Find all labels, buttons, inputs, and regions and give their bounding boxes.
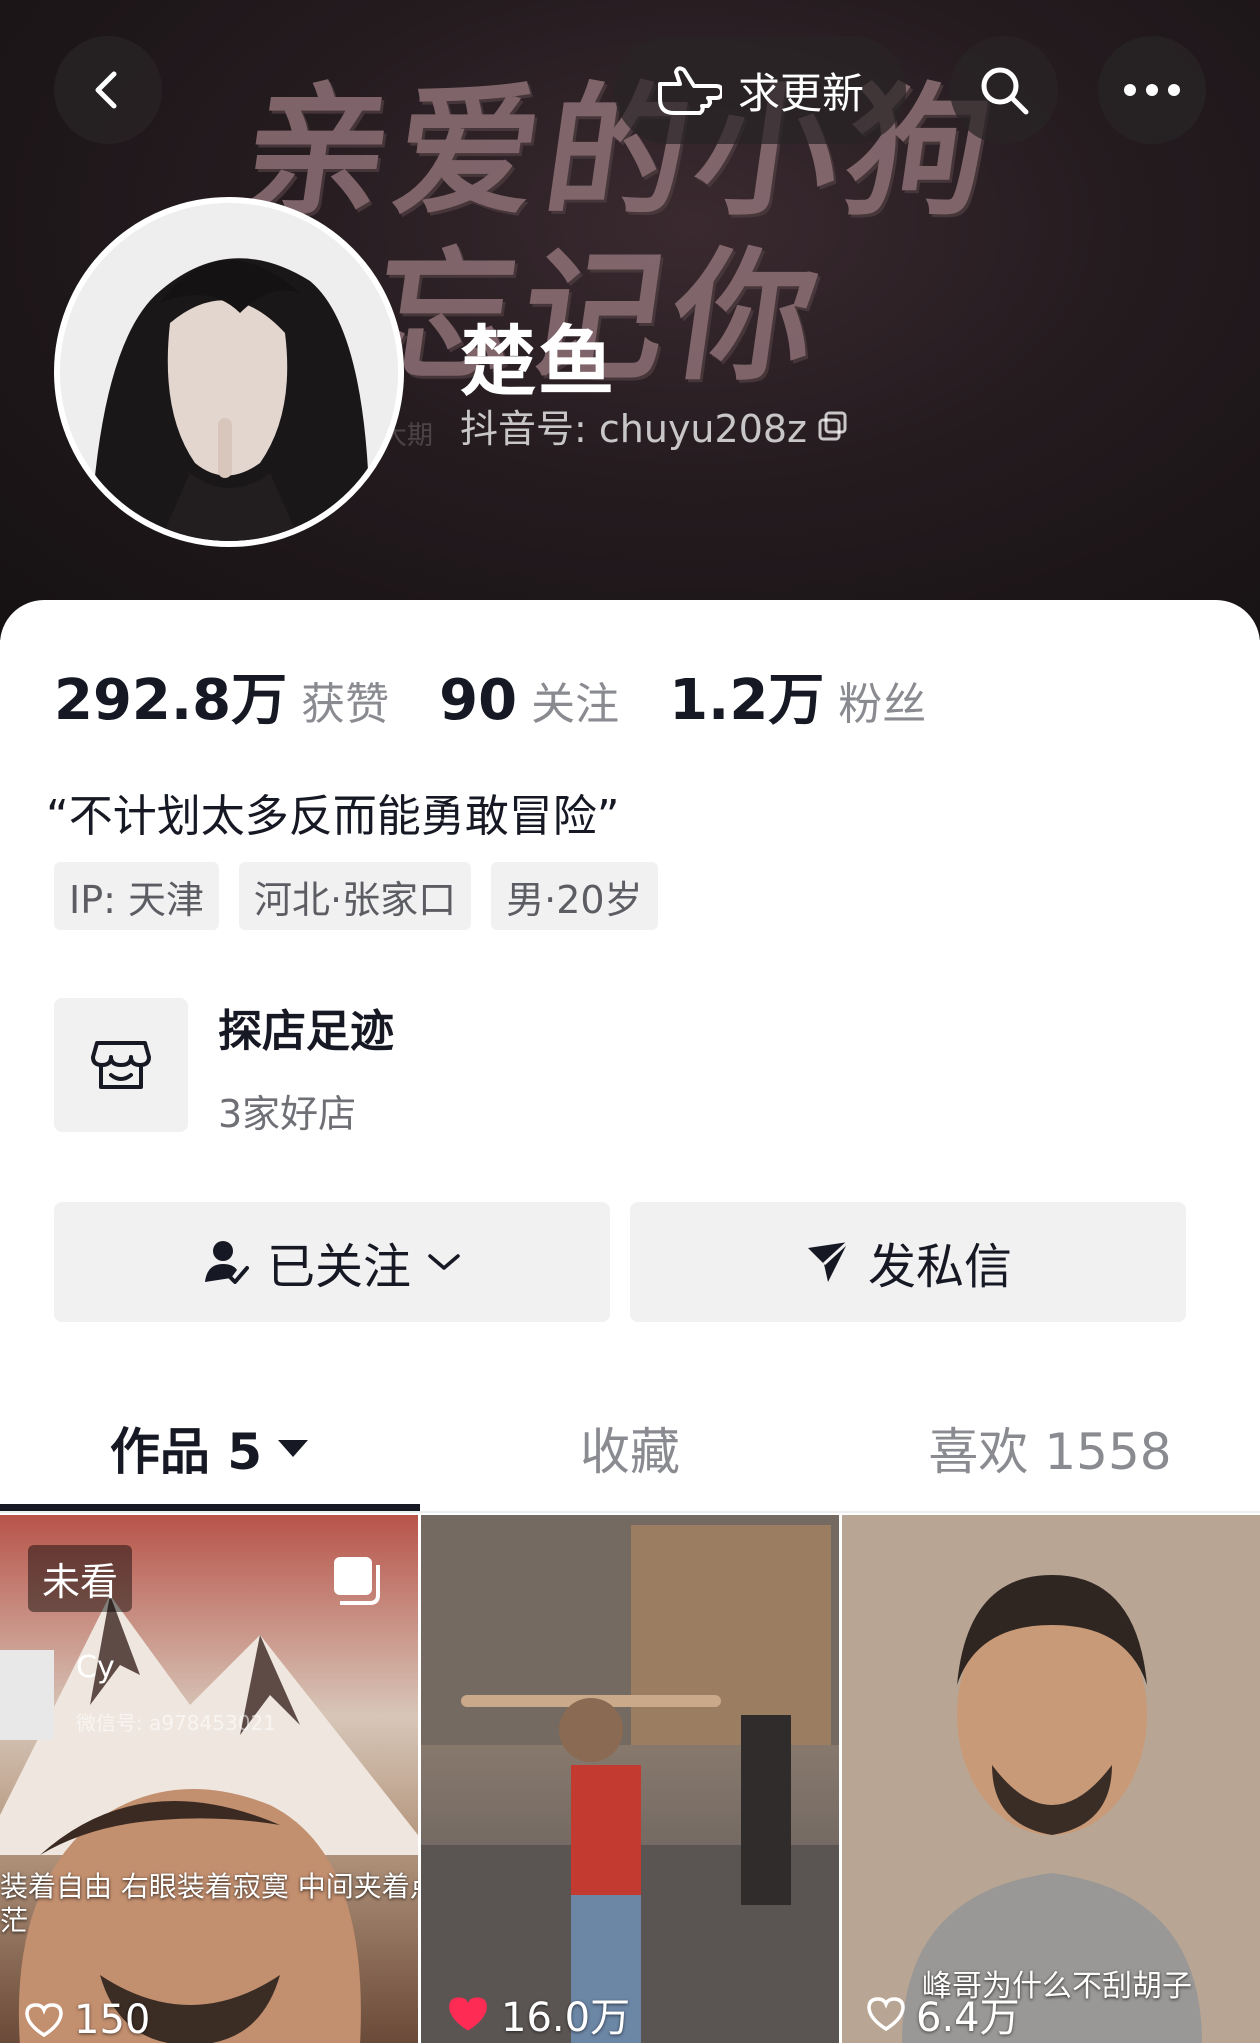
video-tile[interactable]: 峰哥为什么不刮胡子 6.4万 xyxy=(842,1515,1260,2043)
tab-likes[interactable]: 喜欢 1558 xyxy=(840,1408,1260,1488)
stat-likes[interactable]: 292.8万 获赞 xyxy=(54,655,389,736)
tab-works[interactable]: 作品 5 xyxy=(0,1408,420,1488)
back-button[interactable] xyxy=(54,36,162,144)
stat-value: 90 xyxy=(439,668,518,733)
tab-favorites-label: 收藏 xyxy=(580,1423,680,1481)
douyin-id-text: 抖音号: chuyu208z xyxy=(460,407,807,451)
watermark-id: 微信号: a978453021 xyxy=(76,1711,276,1735)
tab-favorites[interactable]: 收藏 xyxy=(420,1408,840,1488)
heart-outline-icon xyxy=(25,2003,63,2038)
unwatched-badge: 未看 xyxy=(28,1545,133,1612)
stat-label: 粉丝 xyxy=(838,679,927,730)
stat-label: 获赞 xyxy=(301,679,390,730)
profile-tags: IP: 天津 河北·张家口 男·20岁 xyxy=(54,862,658,930)
watermark-name: Cy xyxy=(76,1650,115,1685)
tag-location[interactable]: 河北·张家口 xyxy=(239,862,472,930)
avatar-illustration xyxy=(60,203,398,541)
heart-filled-icon xyxy=(449,1997,487,2031)
multi-image-icon xyxy=(334,1557,380,1605)
caret-down-icon xyxy=(278,1440,309,1457)
store-icon xyxy=(91,1041,151,1089)
copy-icon[interactable] xyxy=(817,410,849,442)
user-check-icon xyxy=(204,1241,249,1284)
portrait-illustration xyxy=(842,1515,1260,2043)
shop-visits-subtitle: 3家好店 xyxy=(218,1092,357,1136)
tab-likes-label: 喜欢 1558 xyxy=(928,1423,1172,1481)
profile-bio: “不计划太多反而能勇敢冒险” xyxy=(46,791,620,842)
pointing-hand-icon xyxy=(657,66,722,115)
stat-value: 292.8万 xyxy=(54,668,288,733)
search-icon xyxy=(981,67,1029,115)
stat-followers[interactable]: 1.2万 粉丝 xyxy=(669,655,926,736)
profile-stats: 292.8万 获赞 90 关注 1.2万 粉丝 xyxy=(54,655,976,736)
more-dots-icon xyxy=(1124,84,1180,96)
active-tab-indicator xyxy=(0,1504,420,1511)
video-caption: 装着自由 右眼装着寂寞 中间夹着点对真 茫 xyxy=(0,1870,418,1938)
caption-line: 茫 xyxy=(0,1904,29,1937)
more-button[interactable] xyxy=(1098,36,1206,144)
send-icon xyxy=(807,1240,849,1282)
like-count-value: 6.4万 xyxy=(916,1995,1020,2041)
request-update-button[interactable]: 求更新 xyxy=(614,36,906,144)
request-update-label: 求更新 xyxy=(737,68,864,118)
stat-label: 关注 xyxy=(531,679,620,730)
back-arrow-icon xyxy=(95,71,117,109)
watermark-avatar xyxy=(0,1650,54,1740)
stat-following[interactable]: 90 关注 xyxy=(439,668,619,733)
shop-visits-entry[interactable] xyxy=(54,998,188,1132)
following-button[interactable]: 已关注 xyxy=(54,1202,610,1322)
following-label: 已关注 xyxy=(266,1239,411,1295)
like-count-value: 16.0万 xyxy=(501,1995,631,2041)
video-tile[interactable]: 未看 Cy 微信号: a978453021 装着自由 右眼装着寂寞 中间夹着点对… xyxy=(0,1515,418,2043)
shop-visits-title[interactable]: 探店足迹 xyxy=(218,995,394,1059)
video-like-count: 150 xyxy=(24,1997,150,2043)
tab-works-label: 作品 5 xyxy=(109,1423,263,1481)
video-like-count: 16.0万 xyxy=(445,1985,630,2043)
like-count-value: 150 xyxy=(74,1997,151,2043)
message-label: 发私信 xyxy=(867,1239,1012,1295)
caption-line: 装着自由 右眼装着寂寞 中间夹着点对真 xyxy=(0,1870,418,1903)
avatar[interactable] xyxy=(54,197,404,547)
display-name: 楚鱼 xyxy=(460,317,616,406)
video-tile[interactable]: 16.0万 xyxy=(421,1515,839,2043)
search-button[interactable] xyxy=(950,36,1058,144)
message-button[interactable]: 发私信 xyxy=(630,1202,1186,1322)
tag-gender-age: 男·20岁 xyxy=(491,862,658,930)
video-like-count: 6.4万 xyxy=(866,1985,1020,2043)
heart-outline-icon xyxy=(867,1997,905,2032)
tab-divider xyxy=(0,1511,1260,1513)
douyin-id[interactable]: 抖音号: chuyu208z xyxy=(460,398,849,453)
street-scene-illustration xyxy=(421,1515,839,2043)
tag-ip: IP: 天津 xyxy=(54,862,220,930)
chevron-down-icon xyxy=(428,1254,460,1270)
stat-value: 1.2万 xyxy=(669,668,825,733)
